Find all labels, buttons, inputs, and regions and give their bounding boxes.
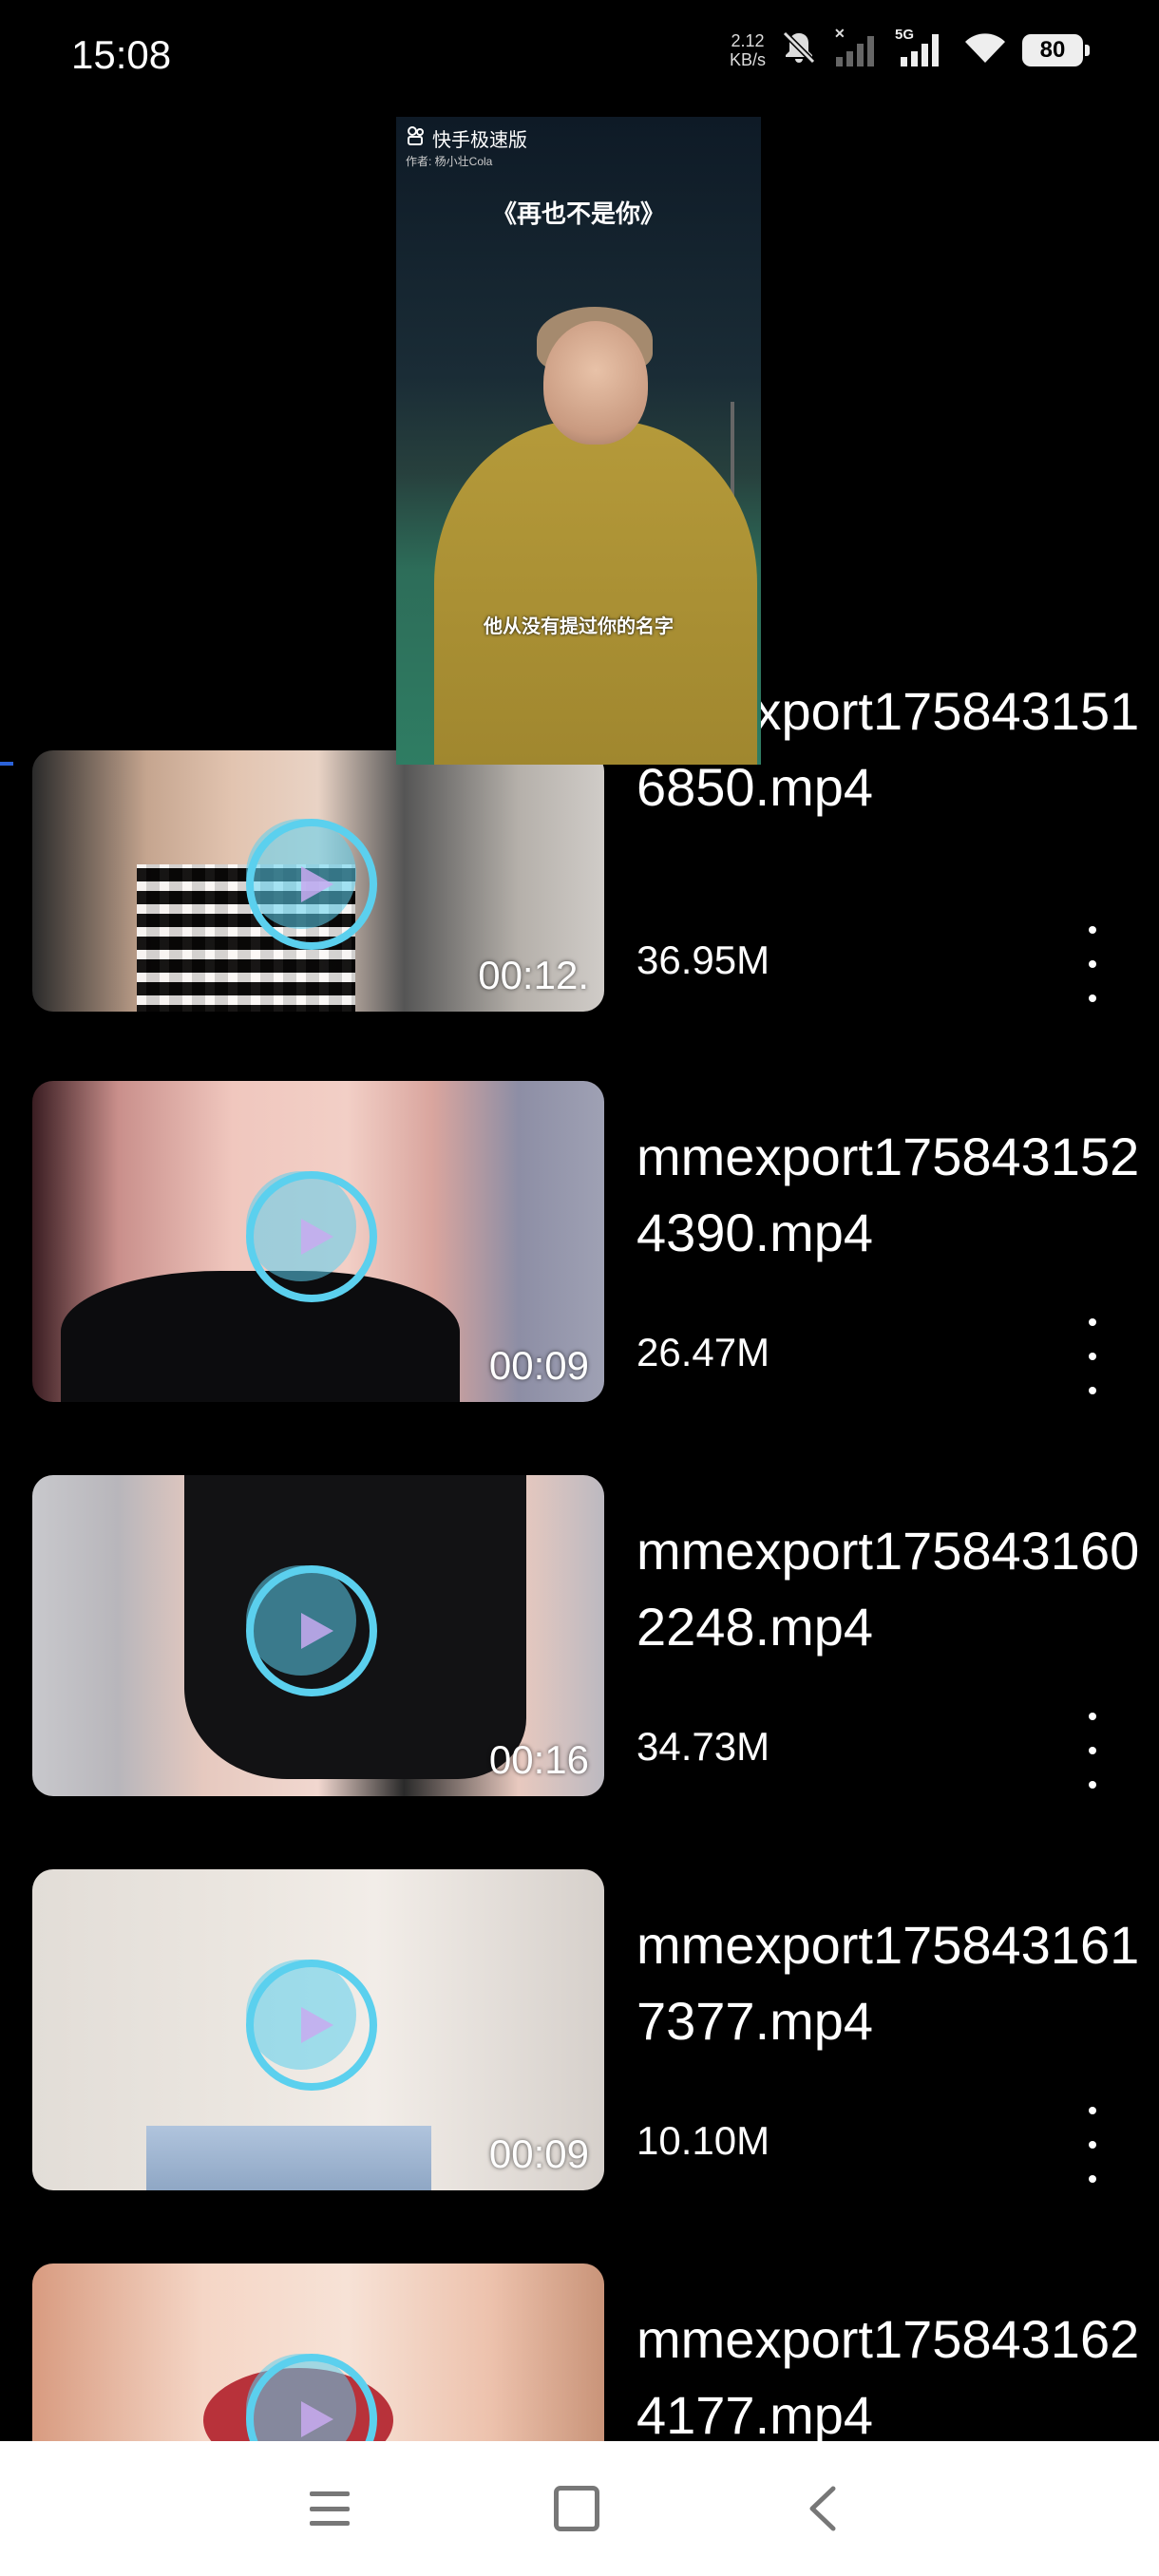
preview-title: 《再也不是你》 [491,199,665,228]
more-vertical-icon[interactable] [1078,1318,1107,1394]
video-file-size: 34.73M [636,1724,770,1769]
play-icon[interactable] [246,1960,377,2091]
video-thumbnail[interactable]: 00:09 [32,1081,604,1402]
scroll-indicator [0,762,13,766]
video-file-name: mmexport1758431617377.mp4 [636,1915,1140,2051]
list-item[interactable]: 00:16 mmexport1758431602248.mp4 34.73M [0,1475,1159,1798]
menu-icon[interactable] [296,2475,363,2542]
navigation-bar [0,2441,1159,2576]
preview-app-name: 快手极速版 [432,130,527,151]
video-file-name: mmexport1758431624177.mp4 [636,2309,1140,2441]
home-icon[interactable] [543,2475,610,2542]
preview-caption: 他从没有提过你的名字 [484,616,674,637]
video-duration: 00:09 [488,1343,589,1388]
back-icon[interactable] [790,2475,857,2542]
video-file-size: 10.10M [636,2118,770,2163]
more-vertical-icon[interactable] [1078,2107,1107,2183]
video-thumbnail[interactable]: 00:16 [32,1475,604,1796]
video-thumbnail[interactable]: 00:12. [32,750,604,1012]
video-file-name: mmexport1758431602248.mp4 [636,1521,1140,1657]
list-item[interactable]: 00:09 mmexport1758431524390.mp4 26.47M [0,1081,1159,1404]
play-icon[interactable] [246,819,377,950]
preview-person [434,421,757,765]
list-item[interactable]: mmexport1758431624177.mp4 [0,2263,1159,2441]
video-duration: 00:12. [478,953,589,997]
more-vertical-icon[interactable] [1078,1713,1107,1789]
video-file-name: mmexport1758431524390.mp4 [636,1127,1140,1262]
video-file-size: 26.47M [636,1330,770,1374]
video-duration: 00:09 [488,2131,589,2176]
video-duration: 00:16 [488,1737,589,1782]
play-icon[interactable] [246,1171,377,1302]
more-vertical-icon[interactable] [1078,926,1107,1002]
list-item[interactable]: 00:09 mmexport1758431617377.mp4 10.10M [0,1869,1159,2192]
preview-app-label: 快手极速版 [406,124,527,152]
video-thumbnail[interactable] [32,2263,604,2441]
floating-video-preview[interactable]: 快手极速版 作者: 杨小壮Cola 《再也不是你》 他从没有提过你的名字 [396,117,761,765]
preview-author: 作者: 杨小壮Cola [406,155,493,168]
play-icon[interactable] [246,1565,377,1696]
kuaishou-logo-icon [406,125,427,152]
play-icon[interactable] [246,2354,377,2441]
video-file-size: 36.95M [636,938,770,982]
video-thumbnail[interactable]: 00:09 [32,1869,604,2190]
